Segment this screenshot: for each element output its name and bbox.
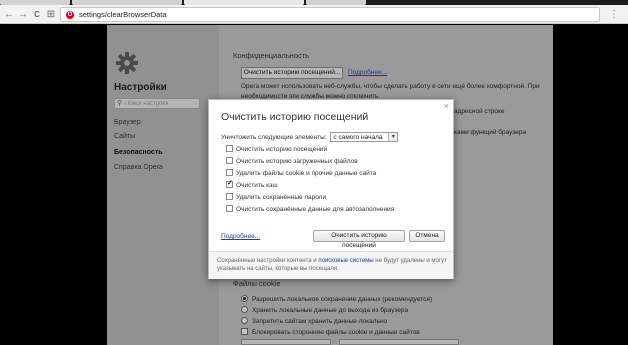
footer-text-part: не будут удалены и могут: [373, 258, 447, 264]
option-label: Удалить сохранённые пароли: [236, 194, 327, 201]
dialog-title: Очистить историю посещений: [221, 111, 369, 123]
option-clear-autofill[interactable]: Очистить сохранённые данные для автозапо…: [226, 205, 394, 213]
chevron-down-icon: ▼: [388, 133, 398, 141]
address-bar: ← → C ⊞ O settings/clearBrowserData ⋮: [0, 5, 628, 24]
radio-button[interactable]: [241, 306, 248, 313]
dialog-more-link[interactable]: Подробнее...: [221, 233, 260, 240]
cookies-section-title: Файлы cookie: [233, 279, 281, 288]
bottom-buttons: [241, 339, 541, 345]
checkbox[interactable]: [226, 193, 233, 200]
sidebar: Настройки ⚲ Браузер Сайты Безопасность С…: [107, 25, 219, 345]
privacy-section-title: Конфиденциальность: [233, 51, 310, 60]
checkbox[interactable]: [241, 328, 248, 335]
option-label: Разрешить локальное сохранение данных (р…: [252, 296, 433, 303]
cookie-option-until-exit[interactable]: Хранить локальные данные до выхода из бр…: [241, 306, 408, 314]
forward-icon[interactable]: →: [17, 9, 29, 21]
option-delete-cookies[interactable]: Удалить файлы cookie и прочие данные сай…: [226, 169, 376, 177]
footer-text-part: указывать на сайты, которые вы посещали.: [217, 266, 339, 272]
option-label: Очистить историю посещений: [236, 146, 328, 153]
reload-icon[interactable]: C: [31, 9, 43, 21]
time-range-label: Уничтожить следующие элементы:: [221, 134, 327, 141]
time-range-value: с самого начала: [333, 134, 383, 141]
dialog-footer: Сохранённые настройки контента и поисков…: [209, 251, 453, 279]
url-field[interactable]: O settings/clearBrowserData: [60, 7, 600, 22]
checkbox-checked[interactable]: [226, 179, 233, 188]
settings-search-input[interactable]: [125, 100, 199, 108]
option-label: Очистить историю загруженных файлов: [236, 158, 358, 165]
privacy-more-link[interactable]: Подробнее...: [348, 69, 387, 76]
checkbox[interactable]: [226, 169, 233, 176]
checkbox[interactable]: [226, 145, 233, 152]
manage-exceptions-button[interactable]: [241, 339, 331, 345]
radio-button[interactable]: [241, 295, 248, 302]
checkbox[interactable]: [226, 157, 233, 164]
confirm-clear-button[interactable]: Очистить историю посещений: [313, 230, 405, 249]
option-label: Удалить файлы cookie и прочие данные сай…: [236, 170, 377, 177]
speed-dial-icon[interactable]: ⊞: [45, 9, 57, 21]
gear-icon: [116, 52, 138, 74]
opera-badge-icon: O: [66, 11, 74, 19]
checkbox[interactable]: [226, 205, 233, 212]
cookie-option-block[interactable]: Запретить сайтам хранить данные локально: [241, 317, 387, 325]
option-label: Блокировать сторонние файлы cookie и дан…: [252, 329, 420, 336]
option-clear-history[interactable]: Очистить историю посещений: [226, 145, 327, 153]
clear-history-dialog: × Очистить историю посещений Уничтожить …: [208, 99, 454, 279]
sidebar-item-help[interactable]: Справка Opera: [114, 164, 163, 171]
cookie-option-allow[interactable]: Разрешить локальное сохранение данных (р…: [241, 295, 432, 303]
bg-option-fragment: адресной строке: [454, 108, 505, 115]
sidebar-title: Настройки: [114, 82, 167, 93]
option-label: Запретить сайтам хранить данные локально: [252, 318, 388, 325]
sidebar-item-browser[interactable]: Браузер: [114, 119, 141, 126]
menu-icon[interactable]: ⋮: [608, 9, 620, 21]
radio-button[interactable]: [241, 317, 248, 324]
all-cookies-button[interactable]: [338, 339, 459, 345]
option-delete-passwords[interactable]: Удалить сохранённые пароли: [226, 193, 326, 201]
option-clear-downloads[interactable]: Очистить историю загруженных файлов: [226, 157, 358, 165]
sidebar-item-sites[interactable]: Сайты: [114, 133, 135, 140]
option-label: Очистить кэш: [236, 182, 278, 189]
time-range-row: Уничтожить следующие элементы: с самого …: [221, 132, 399, 142]
bg-option-fragment: ками функций браузера: [454, 129, 527, 136]
search-engines-link[interactable]: поисковые системы: [318, 258, 373, 264]
search-icon: ⚲: [117, 100, 123, 107]
cookie-option-third-party[interactable]: Блокировать сторонние файлы cookie и дан…: [241, 328, 420, 336]
footer-note: Сохранённые настройки контента и поисков…: [217, 257, 449, 273]
url-text: settings/clearBrowserData: [79, 10, 167, 19]
footer-text-part: Сохранённые настройки контента и: [217, 258, 319, 264]
cancel-button[interactable]: Отмена: [409, 230, 445, 242]
time-range-select[interactable]: с самого начала ▼: [330, 132, 399, 142]
close-icon[interactable]: ×: [444, 101, 449, 111]
sidebar-item-security[interactable]: Безопасность: [114, 149, 163, 156]
clear-history-button[interactable]: Очистить историю посещений...: [241, 67, 343, 79]
settings-search[interactable]: ⚲: [114, 98, 200, 109]
option-label: Хранить локальные данные до выхода из бр…: [252, 307, 409, 314]
back-icon[interactable]: ←: [3, 9, 15, 21]
privacy-description: Opera может использовать веб-службы, что…: [241, 83, 540, 90]
option-label: Очистить сохранённые данные для автозапо…: [236, 206, 395, 213]
option-clear-cache[interactable]: Очистить кэш: [226, 179, 278, 189]
